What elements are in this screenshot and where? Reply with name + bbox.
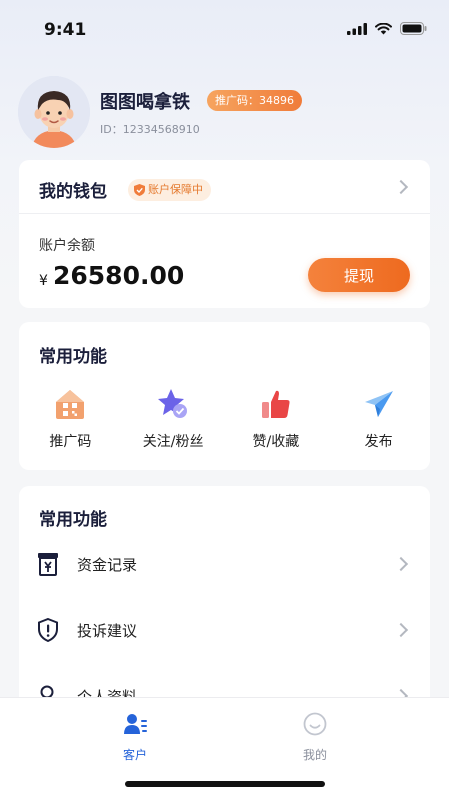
balance-label: 账户余额 (39, 238, 95, 254)
tab-label: 客户 (122, 748, 147, 762)
account-protection-label: 账户保障中 (148, 183, 203, 196)
balance-value: 26580.00 (53, 261, 185, 290)
function-label: 赞/收藏 (252, 434, 300, 450)
home-indicator (125, 781, 325, 787)
wifi-icon (375, 22, 392, 34)
function-likes-favorites[interactable]: 赞/收藏 (225, 388, 328, 458)
battery-icon (400, 22, 427, 35)
user-id: ID：12334568910 (100, 123, 200, 136)
list-item-label: 资金记录 (77, 556, 138, 574)
smile-icon (303, 712, 327, 736)
shield-alert-icon (38, 618, 58, 642)
functions-grid: 推广码 关注/粉丝 赞/收藏 发布 (19, 388, 430, 458)
functions-title: 常用功能 (39, 347, 107, 367)
function-publish[interactable]: 发布 (327, 388, 430, 458)
status-bar: 9:41 (0, 0, 449, 60)
shield-icon (134, 184, 145, 196)
chevron-right-icon (393, 622, 409, 638)
star-check-icon (158, 389, 188, 418)
function-label: 关注/粉丝 (142, 434, 204, 450)
profile-header: 图图喝拿铁 推广码：34896 ID：12334568910 (18, 76, 438, 148)
status-time: 9:41 (44, 20, 87, 40)
wallet-card: 我的钱包 账户保障中 账户余额 ¥ 26580.00 提现 (19, 160, 430, 308)
list-section-title: 常用功能 (39, 510, 107, 530)
list-item-fund-records[interactable]: 资金记录 (19, 534, 430, 594)
wallet-title: 我的钱包 (39, 182, 107, 202)
customers-icon (124, 714, 147, 734)
currency-symbol: ¥ (39, 273, 48, 289)
status-icons (347, 22, 427, 35)
function-follow-fans[interactable]: 关注/粉丝 (122, 388, 225, 458)
signal-icon (347, 22, 367, 35)
function-label: 推广码 (49, 434, 92, 450)
function-promo-code[interactable]: 推广码 (19, 388, 122, 458)
yuan-record-icon (38, 553, 58, 576)
functions-card: 常用功能 推广码 关注/粉丝 赞/收藏 发布 (19, 322, 430, 470)
wallet-header[interactable]: 我的钱包 账户保障中 (19, 160, 430, 214)
function-label: 发布 (364, 434, 393, 450)
tab-mine[interactable]: 我的 (275, 712, 355, 768)
account-protection-badge: 账户保障中 (128, 179, 211, 201)
list-item-complaints[interactable]: 投诉建议 (19, 600, 430, 660)
promo-code-badge[interactable]: 推广码：34896 (207, 90, 302, 111)
avatar[interactable] (18, 76, 90, 148)
chevron-right-icon (393, 556, 409, 572)
avatar-illustration (18, 76, 90, 148)
chevron-right-icon (393, 179, 409, 195)
list-item-label: 投诉建议 (77, 622, 138, 640)
paper-plane-icon (364, 391, 393, 417)
username: 图图喝拿铁 (100, 92, 190, 113)
tab-customers[interactable]: 客户 (95, 712, 175, 768)
withdraw-button[interactable]: 提现 (308, 258, 410, 292)
qrcode-house-icon (56, 390, 85, 419)
tab-label: 我的 (302, 748, 327, 762)
thumbs-up-icon (261, 390, 290, 418)
